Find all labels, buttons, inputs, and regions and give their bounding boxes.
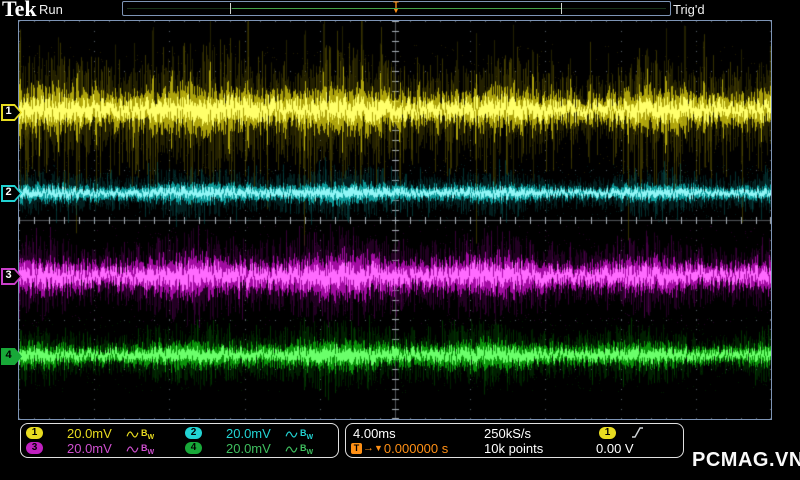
trigger-status: Trig'd [673, 2, 705, 17]
sample-rate: 250kS/s [484, 426, 531, 441]
horizontal-scale: 4.00ms [353, 426, 396, 441]
record-trigger-position-icon: T ▼ [390, 1, 402, 16]
channel-2-position-marker: 2 [1, 185, 22, 202]
channel-3-coupling-icons: BW [126, 443, 154, 456]
horizontal-trigger-readout-box: 4.00ms 250kS/s 1 T → ▼ 0.000000 s 10k po… [345, 423, 684, 458]
channel-1-position-marker: 1 [1, 104, 22, 121]
oscilloscope-screen: Tek Run T ▼ Trig'd T 1 2 3 [0, 0, 800, 480]
channel-3-position-marker: 3 [1, 268, 22, 285]
ac-coupling-icon [126, 431, 139, 438]
channel-3-badge: 3 [26, 442, 43, 454]
record-window-right-bracket [561, 3, 562, 14]
trigger-level: 0.00 V [596, 441, 634, 456]
channel-1-scale: 20.0mV [67, 426, 112, 441]
record-view-bar: T ▼ [122, 1, 671, 16]
trigger-delay-value: 0.000000 s [383, 441, 449, 456]
watermark: PCMAG.VN [692, 449, 800, 471]
channel-readout-box: 1 20.0mV BW 2 20.0mV BW 3 20.0mV BW 4 20… [20, 423, 339, 458]
trigger-source-badge: 1 [599, 427, 616, 439]
waveform-canvas [19, 21, 771, 419]
right-arrow-icon: → [363, 442, 374, 454]
channel-4-badge: 4 [185, 442, 202, 454]
ac-coupling-icon [285, 431, 298, 438]
channel-2-marker-label: 2 [5, 186, 12, 198]
bandwidth-limit-icon: BW [141, 428, 155, 441]
trigger-delay-readout: T → ▼ 0.000000 s [351, 441, 448, 456]
waveform-display [18, 20, 772, 420]
channel-4-scale: 20.0mV [226, 441, 271, 456]
channel-1-badge: 1 [26, 427, 43, 439]
channel-2-badge: 2 [185, 427, 202, 439]
tek-logo: Tek [2, 0, 37, 21]
bandwidth-limit-icon: BW [300, 443, 314, 456]
trigger-t-icon: T [351, 443, 362, 454]
ac-coupling-icon [285, 446, 298, 453]
channel-3-marker-label: 3 [5, 269, 12, 281]
channel-1-marker-label: 1 [5, 105, 12, 117]
bandwidth-limit-icon: BW [141, 443, 155, 456]
down-triangle-icon: ▼ [374, 443, 383, 453]
channel-3-scale: 20.0mV [67, 441, 112, 456]
rising-edge-slope-icon [632, 427, 643, 438]
ac-coupling-icon [126, 446, 139, 453]
channel-1-coupling-icons: BW [126, 428, 154, 441]
down-arrow-icon: ▼ [392, 8, 400, 15]
bandwidth-limit-icon: BW [300, 428, 314, 441]
record-window-left-bracket [230, 3, 231, 14]
channel-4-coupling-icons: BW [285, 443, 313, 456]
channel-4-marker-label: 4 [5, 349, 12, 361]
channel-2-coupling-icons: BW [285, 428, 313, 441]
acquisition-status: Run [39, 2, 63, 17]
record-length: 10k points [484, 441, 544, 456]
channel-2-scale: 20.0mV [226, 426, 271, 441]
channel-4-position-marker: 4 [1, 348, 22, 365]
